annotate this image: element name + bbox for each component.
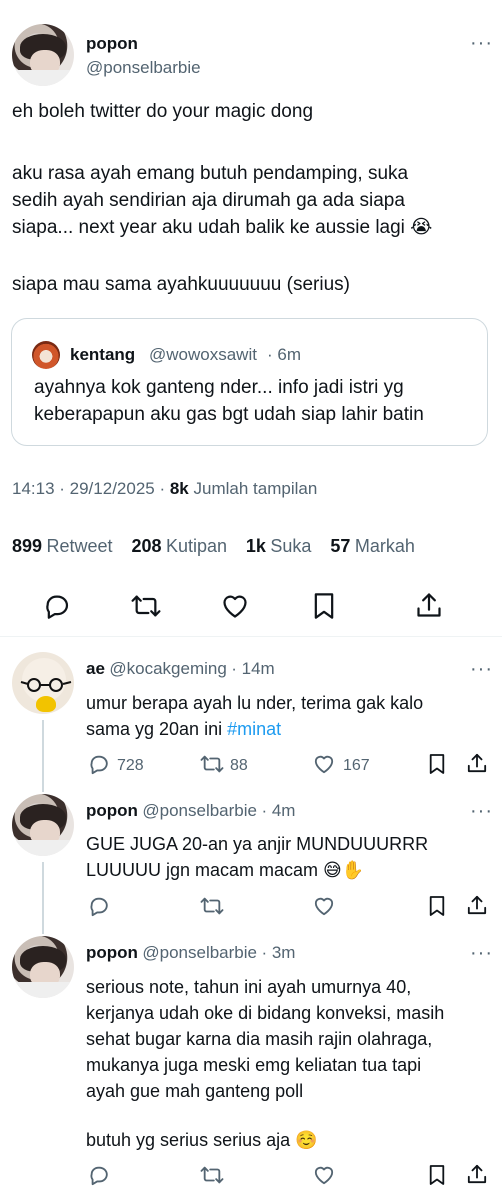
reply-time[interactable]: · 3m (261, 943, 295, 962)
author-name[interactable]: popon (86, 34, 138, 54)
thread-line (42, 862, 44, 934)
timestamp[interactable]: 14:13 · 29/12/2025 · (12, 479, 170, 498)
retweets-stat[interactable]: 899 Retweet (12, 536, 113, 556)
author-handle[interactable]: @kocakgeming (109, 659, 226, 678)
retweet-icon[interactable] (130, 592, 162, 620)
bookmarks-stat[interactable]: 57 Markah (330, 536, 415, 556)
tweet-text-line: eh boleh twitter do your magic dong (12, 101, 314, 122)
reply-icon[interactable] (43, 592, 71, 620)
reply-text-line: umur berapa ayah lu nder, terima gak kal… (86, 693, 424, 713)
retweet-icon[interactable] (200, 895, 224, 917)
reply-text-line: ayah gue mah ganteng poll (86, 1081, 304, 1101)
tweet-text-line: sedih ayah sendirian aja dirumah ga ada … (12, 190, 405, 211)
reply-icon[interactable] (88, 895, 110, 917)
tweet-meta: 14:13 · 29/12/2025 · 8k Jumlah tampilan (12, 479, 317, 499)
avatar[interactable] (12, 24, 74, 86)
author-name[interactable]: popon (86, 943, 138, 962)
likes-stat[interactable]: 1k Suka (246, 536, 312, 556)
reply-text-line: butuh yg serius serius aja ☺️ (86, 1130, 318, 1150)
retweet-icon[interactable] (200, 1164, 224, 1186)
retweet-icon[interactable] (200, 753, 224, 775)
like-icon[interactable] (221, 593, 249, 619)
views-label: Jumlah tampilan (193, 479, 318, 498)
hashtag-link[interactable]: #minat (227, 719, 281, 739)
reply-header: ae @kocakgeming · 14m (86, 659, 275, 679)
reply-text-line: mukanya juga meski emg keliatan tua tapi (86, 1055, 422, 1075)
quote-time: · 6m (267, 345, 301, 364)
bookmark-icon[interactable] (428, 1164, 446, 1186)
quote-text-line: ayahnya kok ganteng nder... info jadi is… (34, 377, 404, 398)
avatar[interactable] (12, 936, 74, 998)
tweet-stats: 899 Retweet 208 Kutipan 1k Suka 57 Marka… (12, 536, 415, 557)
more-icon[interactable]: ··· (470, 658, 493, 681)
like-icon[interactable] (313, 1165, 335, 1185)
quote-avatar (32, 341, 60, 369)
quotes-stat[interactable]: 208 Kutipan (131, 536, 227, 556)
reply-header: popon @ponselbarbie · 3m (86, 943, 295, 963)
views-count: 8k (169, 479, 189, 498)
reply-text-line: LUUUUU jgn macam macam 😅✋ (86, 860, 365, 880)
reply-icon[interactable] (88, 1164, 110, 1186)
like-icon[interactable] (313, 896, 335, 916)
share-icon[interactable] (416, 591, 442, 619)
share-icon[interactable] (467, 1163, 487, 1185)
thread-line (42, 720, 44, 792)
reply-text-line: GUE JUGA 20-an ya anjir MUNDUUURRR (86, 834, 429, 854)
bookmark-icon[interactable] (428, 753, 446, 775)
more-icon[interactable]: ··· (470, 942, 493, 965)
bookmark-icon[interactable] (312, 592, 336, 620)
retweet-count: 88 (230, 757, 248, 774)
avatar[interactable] (12, 652, 74, 714)
like-count: 167 (343, 757, 370, 774)
reply-time[interactable]: · 14m (231, 659, 274, 678)
author-name[interactable]: ae (86, 659, 105, 678)
share-icon[interactable] (467, 894, 487, 916)
reply-count: 728 (117, 757, 144, 774)
author-handle[interactable]: @ponselbarbie (142, 943, 257, 962)
tweet-text-line: siapa mau sama ayahkuuuuuuu (serius) (12, 274, 350, 295)
author-name[interactable]: popon (86, 801, 138, 820)
share-icon[interactable] (467, 752, 487, 774)
avatar[interactable] (12, 794, 74, 856)
reply-text-line: sehat bugar karna dia masih rajin olahra… (86, 1029, 433, 1049)
reply-text-line: sama yg 20an ini #minat (86, 719, 282, 739)
tweet-text-line: siapa... next year aku udah balik ke aus… (12, 217, 433, 238)
more-icon[interactable]: ··· (470, 800, 493, 823)
quote-author-name: kentang (70, 345, 136, 364)
quote-author-handle: @wowoxsawit (149, 345, 257, 364)
reply-time[interactable]: · 4m (261, 801, 295, 820)
author-handle[interactable]: @ponselbarbie (142, 801, 257, 820)
divider (0, 636, 502, 637)
quote-text-line: keberapapun aku gas bgt udah siap lahir … (34, 404, 424, 425)
like-icon[interactable] (313, 754, 335, 774)
author-handle[interactable]: @ponselbarbie (86, 58, 201, 78)
quote-tweet[interactable]: kentang @wowoxsawit · 6m ayahnya kok gan… (11, 318, 488, 446)
bookmark-icon[interactable] (428, 895, 446, 917)
tweet-text-line: aku rasa ayah emang butuh pendamping, su… (12, 163, 409, 184)
reply-header: popon @ponselbarbie · 4m (86, 801, 295, 821)
reply-icon[interactable] (88, 753, 110, 775)
more-icon[interactable]: ··· (470, 32, 493, 55)
reply-text-line: serious note, tahun ini ayah umurnya 40, (86, 977, 412, 997)
reply-text-line: kerjanya udah oke di bidang konveksi, ma… (86, 1003, 445, 1023)
